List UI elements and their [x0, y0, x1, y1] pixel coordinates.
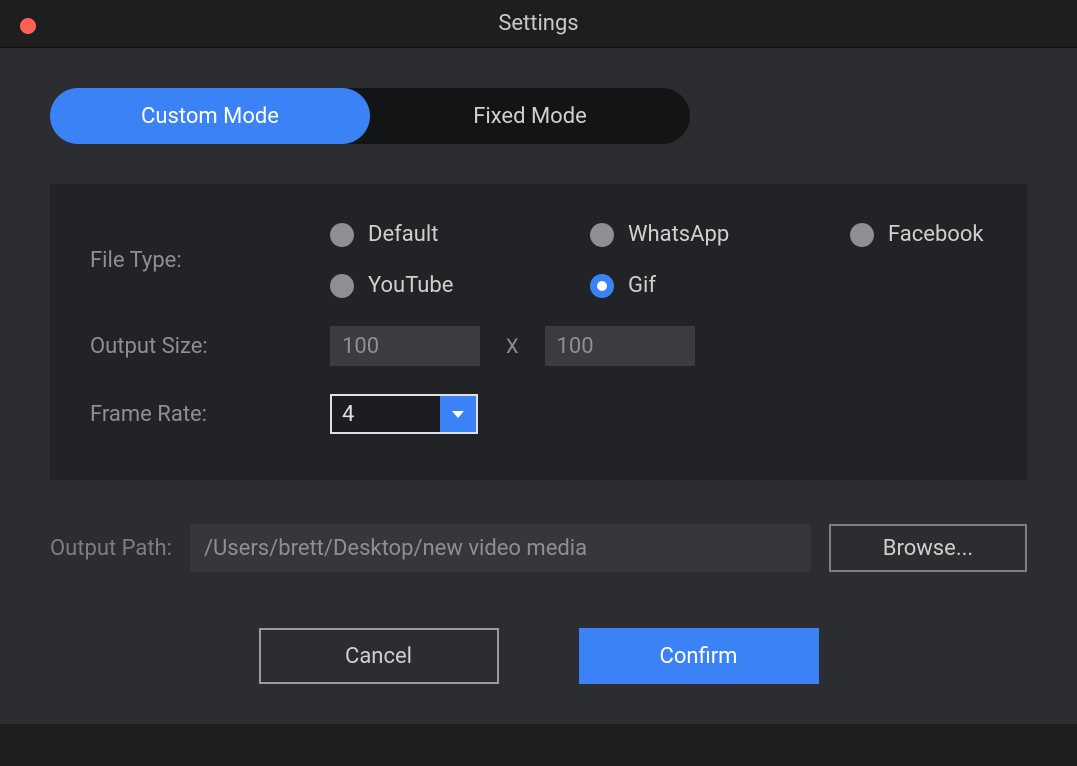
- radio-label: Facebook: [888, 222, 984, 247]
- output-path-input[interactable]: [190, 524, 811, 572]
- file-type-options: Default WhatsApp Facebook YouTube Gif: [330, 222, 987, 298]
- content-area: Custom Mode Fixed Mode File Type: Defaul…: [0, 48, 1077, 724]
- frame-rate-select[interactable]: [330, 394, 478, 434]
- radio-icon: [330, 274, 354, 298]
- output-width-input[interactable]: [330, 326, 480, 366]
- radio-label: Default: [368, 222, 438, 247]
- browse-label: Browse...: [883, 536, 973, 561]
- output-height-input[interactable]: [545, 326, 695, 366]
- radio-gif[interactable]: Gif: [590, 273, 850, 298]
- cancel-button[interactable]: Cancel: [259, 628, 499, 684]
- radio-label: WhatsApp: [628, 222, 729, 247]
- radio-youtube[interactable]: YouTube: [330, 273, 590, 298]
- dimension-separator: X: [506, 334, 519, 358]
- radio-whatsapp[interactable]: WhatsApp: [590, 222, 850, 247]
- tab-fixed-mode[interactable]: Fixed Mode: [370, 88, 690, 144]
- chevron-down-icon: [452, 411, 464, 418]
- cancel-label: Cancel: [345, 644, 412, 669]
- frame-rate-input[interactable]: [332, 396, 440, 432]
- file-type-row: File Type: Default WhatsApp Facebook You…: [90, 222, 987, 298]
- radio-label: Gif: [628, 273, 656, 298]
- file-type-label: File Type:: [90, 248, 330, 273]
- close-icon[interactable]: [20, 18, 36, 34]
- tab-fixed-label: Fixed Mode: [473, 104, 587, 129]
- confirm-button[interactable]: Confirm: [579, 628, 819, 684]
- radio-icon-selected: [590, 274, 614, 298]
- frame-rate-row: Frame Rate:: [90, 394, 987, 434]
- tab-custom-label: Custom Mode: [141, 104, 279, 129]
- output-size-label: Output Size:: [90, 334, 330, 359]
- radio-icon: [590, 223, 614, 247]
- titlebar: Settings: [0, 0, 1077, 48]
- radio-icon: [330, 223, 354, 247]
- radio-icon: [850, 223, 874, 247]
- mode-tabs: Custom Mode Fixed Mode: [50, 88, 690, 144]
- output-size-row: Output Size: X: [90, 326, 987, 366]
- frame-rate-label: Frame Rate:: [90, 402, 330, 427]
- settings-panel: File Type: Default WhatsApp Facebook You…: [50, 184, 1027, 480]
- tab-custom-mode[interactable]: Custom Mode: [50, 88, 370, 144]
- output-path-label: Output Path:: [50, 536, 172, 561]
- browse-button[interactable]: Browse...: [829, 524, 1027, 572]
- radio-default[interactable]: Default: [330, 222, 590, 247]
- action-buttons: Cancel Confirm: [50, 628, 1027, 684]
- output-path-row: Output Path: Browse...: [50, 524, 1027, 572]
- radio-facebook[interactable]: Facebook: [850, 222, 987, 247]
- frame-rate-dropdown-button[interactable]: [440, 396, 476, 432]
- radio-label: YouTube: [368, 273, 453, 298]
- confirm-label: Confirm: [660, 644, 738, 669]
- window-title: Settings: [498, 11, 578, 36]
